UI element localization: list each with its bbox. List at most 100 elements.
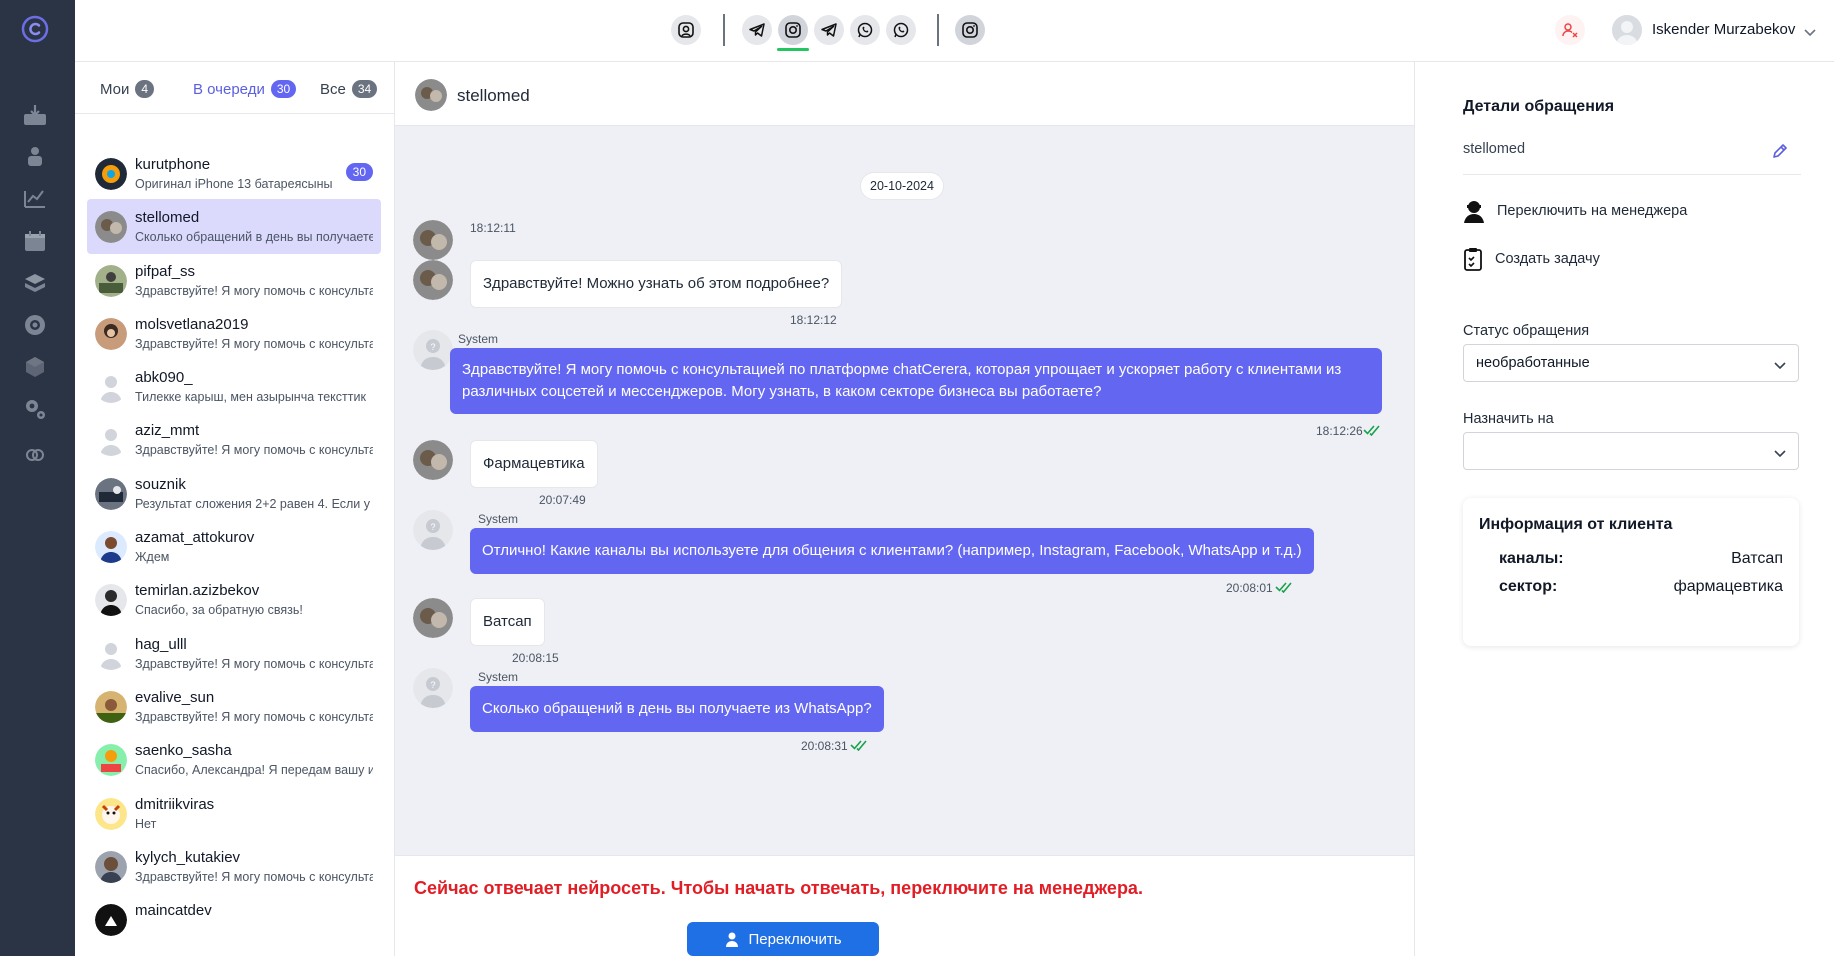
ai-warning-text: Сейчас отвечает нейросеть. Чтобы начать … (414, 878, 1143, 898)
message-preview: Сколько обращений в день вы получаете из… (135, 230, 373, 244)
contact-name: saenko_sasha (135, 742, 232, 759)
list-tabs: Мои 4 В очереди 30 Все 34 (75, 62, 395, 114)
message-preview: Нет (135, 817, 157, 831)
avatar (95, 158, 127, 190)
tab-queue[interactable]: В очереди 30 (193, 80, 297, 98)
avatar (413, 220, 453, 260)
layers-icon[interactable] (20, 268, 50, 298)
top-bar: Iskender Murzabekov (75, 0, 1834, 62)
status-select[interactable]: необработанные (1463, 344, 1799, 382)
conversation-item[interactable]: evalive_sun Здравствуйте! Я могу помочь … (87, 679, 381, 734)
conversation-item[interactable]: dmitriikviras Нет (87, 786, 381, 841)
info-value: Ватсап (1731, 550, 1783, 567)
select-value: необработанные (1476, 355, 1590, 371)
avatar-placeholder (95, 638, 127, 670)
telegram-channel-icon[interactable] (742, 15, 772, 45)
avatar (95, 478, 127, 510)
conversation-item[interactable]: stellomed Сколько обращений в день вы по… (87, 199, 381, 254)
message-time: 20:08:15 (512, 651, 559, 665)
analytics-icon[interactable] (20, 183, 50, 213)
settings-icon[interactable] (20, 394, 50, 424)
info-value: фармацевтика (1673, 578, 1783, 595)
conversation-item[interactable]: maincatdev (87, 892, 381, 947)
switch-to-manager-button[interactable]: Переключить (687, 922, 879, 956)
chevron-down-icon[interactable] (1804, 24, 1816, 42)
tab-count-badge: 30 (270, 80, 297, 98)
conversation-item[interactable]: azamat_attokurov Ждем (87, 519, 381, 574)
system-avatar-icon: ? (413, 668, 453, 708)
user-avatar[interactable] (1612, 15, 1642, 45)
conversation-item[interactable]: kylych_kutakiev Здравствуйте! Я могу пом… (87, 839, 381, 894)
conversation-item[interactable]: kurutphone Оригинал iPhone 13 батареясын… (87, 146, 381, 201)
message-bubble-outgoing: Здравствуйте! Я могу помочь с консультац… (450, 348, 1382, 414)
divider (723, 14, 725, 46)
chat-panel: stellomed 20-10-2024 18:12:11 Здравствуй… (395, 62, 1414, 956)
action-label: Создать задачу (1495, 251, 1600, 267)
user-offline-icon[interactable] (1555, 15, 1585, 45)
message-preview: Здравствуйте! Я могу помочь с консультац… (135, 284, 373, 298)
conversation-item[interactable]: abk090_ Тилекке карыш, мен азырынча текс… (87, 359, 381, 414)
conversation-item[interactable]: saenko_sasha Спасибо, Александра! Я пере… (87, 732, 381, 787)
target-icon[interactable] (20, 310, 50, 340)
message-bubble-incoming: Ватсап (470, 598, 545, 646)
whatsapp-channel-icon[interactable] (850, 15, 880, 45)
read-check-icon (1363, 423, 1381, 441)
tab-all[interactable]: Все 34 (320, 80, 378, 98)
avatar (413, 598, 453, 638)
info-key: сектор: (1499, 578, 1558, 595)
conversation-item[interactable]: aziz_mmt Здравствуйте! Я могу помочь с к… (87, 412, 381, 467)
contact-name: hag_ulll (135, 636, 187, 653)
message-time: 20:08:31 (801, 739, 848, 753)
whatsapp-business-channel-icon[interactable] (886, 15, 916, 45)
avatar (415, 79, 447, 111)
assign-label: Назначить на (1463, 411, 1554, 427)
create-task-link[interactable]: Создать задачу (1463, 247, 1600, 271)
conversation-item[interactable]: hag_ulll Здравствуйте! Я могу помочь с к… (87, 626, 381, 681)
contact-name: evalive_sun (135, 689, 215, 706)
switch-to-manager-link[interactable]: Переключить на менеджера (1463, 199, 1687, 223)
user-name[interactable]: Iskender Murzabekov (1652, 21, 1795, 38)
avatar (95, 211, 127, 243)
message-preview: Здравствуйте! Я могу помочь с консультац… (135, 443, 373, 457)
conversation-item[interactable]: temirlan.azizbekov Спасибо, за обратную … (87, 572, 381, 627)
tab-count-badge: 34 (351, 80, 378, 98)
details-username: stellomed (1463, 141, 1526, 157)
cube-icon[interactable] (20, 352, 50, 382)
inbox-icon[interactable] (20, 100, 50, 130)
tab-mine[interactable]: Мои 4 (100, 80, 155, 98)
assign-select[interactable] (1463, 432, 1799, 470)
conversation-item[interactable]: molsvetlana2019 Здравствуйте! Я могу пом… (87, 306, 381, 361)
message-time: 18:12:26 (1316, 424, 1363, 438)
contact-name: maincatdev (135, 902, 212, 919)
edit-pencil-icon[interactable] (1771, 142, 1789, 165)
action-label: Переключить на менеджера (1497, 203, 1688, 219)
system-avatar-icon: ? (413, 510, 453, 550)
sender-name: System (458, 332, 499, 346)
conversation-item[interactable]: souznik Результат сложения 2+2 равен 4. … (87, 466, 381, 521)
chevron-down-icon (1774, 445, 1786, 463)
contact-name: kurutphone (135, 156, 211, 173)
avatar (413, 260, 453, 300)
avatar (95, 744, 127, 776)
instagram-account-icon[interactable] (955, 15, 985, 45)
chevron-down-icon (1774, 357, 1786, 375)
tab-label: Все (320, 80, 346, 98)
message-preview: Спасибо, за обратную связь! (135, 603, 303, 617)
logo-icon[interactable] (20, 14, 50, 44)
read-check-icon (850, 738, 868, 756)
integrations-icon[interactable] (20, 440, 50, 470)
telegram-bot-channel-icon[interactable] (814, 15, 844, 45)
conversation-item[interactable]: pifpaf_ss Здравствуйте! Я могу помочь с … (87, 253, 381, 308)
instagram-channel-icon[interactable] (778, 15, 808, 45)
channel-filter-all-icon[interactable] (671, 15, 701, 45)
user-icon (726, 932, 739, 947)
button-label: Переключить (748, 930, 842, 948)
contacts-icon[interactable] (20, 142, 50, 172)
avatar (95, 691, 127, 723)
calendar-icon[interactable] (20, 226, 50, 256)
tab-count-badge: 4 (135, 80, 155, 98)
sender-name: System (478, 512, 519, 526)
svg-text:?: ? (430, 342, 435, 352)
contact-name: abk090_ (135, 369, 193, 386)
chat-header: stellomed (395, 62, 1414, 126)
